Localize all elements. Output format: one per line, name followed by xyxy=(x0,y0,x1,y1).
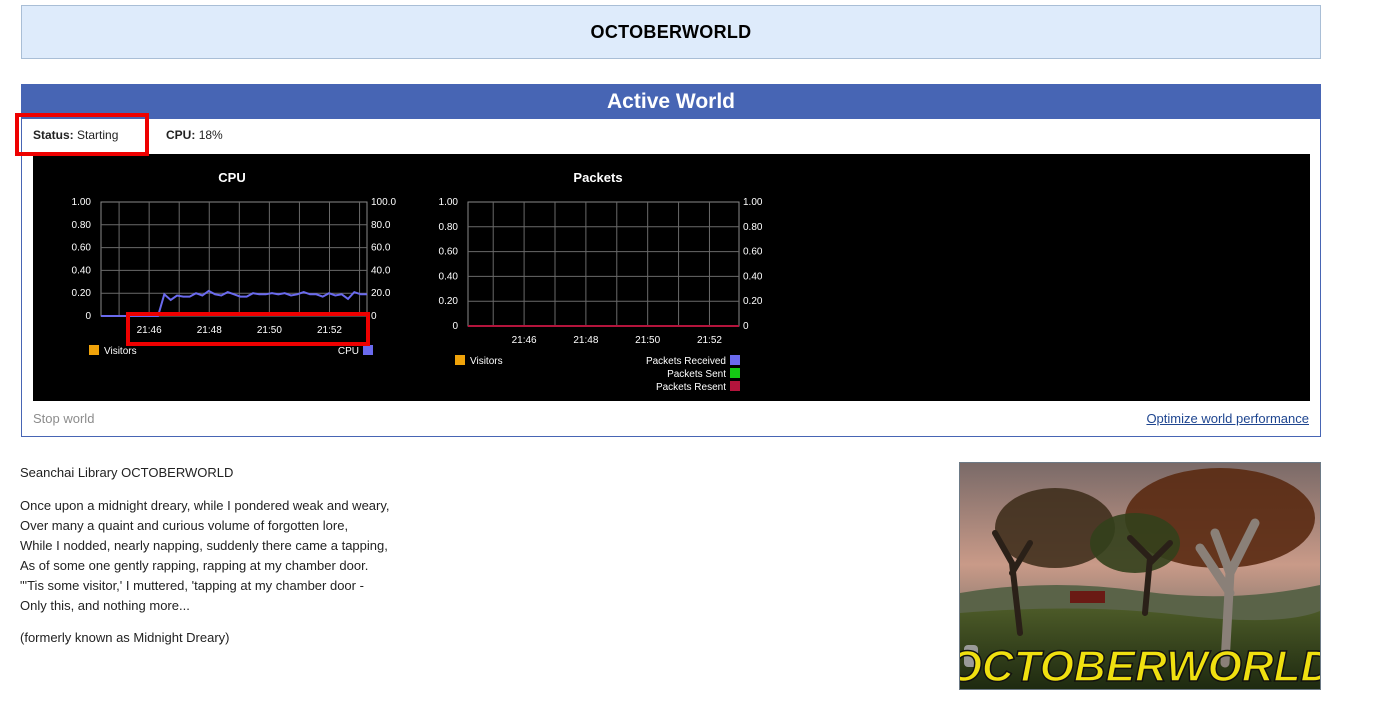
y-tick-label-right: 0.40 xyxy=(743,271,763,282)
x-tick-label: 21:52 xyxy=(697,335,722,346)
status-label: Status: xyxy=(33,128,74,142)
y-tick-label-right: 0.80 xyxy=(743,222,763,233)
cpu-indicator: CPU: 18% xyxy=(166,128,223,142)
world-description: Seanchai Library OCTOBERWORLD Once upon … xyxy=(20,463,620,648)
poem-line: Once upon a midnight dreary, while I pon… xyxy=(20,498,390,513)
thumbnail-caption: OCTOBERWORLD xyxy=(960,642,1320,689)
y-tick-label-left: 0 xyxy=(85,311,91,322)
plot-frame xyxy=(467,201,740,327)
y-tick-label-right: 20.0 xyxy=(371,288,391,299)
charts-area: CPU 1.00 100.0 0.80 80.0 0.60 60.0 0.40 40.0 0.20… xyxy=(33,154,1310,401)
active-world-panel: Active World Status: Starting CPU: 18% C… xyxy=(21,84,1321,437)
y-tick-label-right: 0.60 xyxy=(743,247,763,258)
legend-label: Visitors xyxy=(104,346,137,357)
world-thumbnail: OCTOBERWORLD xyxy=(959,462,1321,690)
x-tick-label: 21:48 xyxy=(573,335,598,346)
legend-swatch xyxy=(363,345,373,355)
stop-world-button[interactable]: Stop world xyxy=(33,411,94,426)
legend-label: Packets Received xyxy=(646,356,726,367)
optimize-world-link[interactable]: Optimize world performance xyxy=(1146,411,1309,426)
x-tick-label: 21:46 xyxy=(137,325,162,336)
cpu-value: 18% xyxy=(198,128,223,142)
y-tick-label-left: 1.00 xyxy=(72,197,92,208)
poem-line: Over many a quaint and curious volume of… xyxy=(20,518,349,533)
panel-title: Active World xyxy=(22,85,1320,119)
world-header: OCTOBERWORLD xyxy=(21,5,1321,59)
legend-swatch xyxy=(455,355,465,365)
y-tick-label-left: 0.60 xyxy=(72,243,92,254)
poem-line: "'Tis some visitor,' I muttered, 'tappin… xyxy=(20,578,364,593)
y-tick-label-left: 0.40 xyxy=(72,265,92,276)
poem-line: While I nodded, nearly napping, suddenly… xyxy=(20,538,388,553)
y-tick-label-right: 1.00 xyxy=(743,197,763,208)
legend-swatch xyxy=(89,345,99,355)
y-tick-label-right: 0.20 xyxy=(743,296,763,307)
chart-title: CPU xyxy=(218,170,245,185)
cpu-label: CPU: xyxy=(166,128,196,142)
y-tick-label-left: 0 xyxy=(452,321,458,332)
x-tick-label: 21:52 xyxy=(317,325,342,336)
x-tick-label: 21:48 xyxy=(197,325,222,336)
legend-swatch xyxy=(730,368,740,378)
status-indicator: Status: Starting xyxy=(33,128,118,142)
charts-svg: CPU 1.00 100.0 0.80 80.0 0.60 60.0 0.40 40.0 0.20… xyxy=(72,170,763,393)
poem-line: As of some one gently rapping, rapping a… xyxy=(20,558,369,573)
y-tick-label-right: 60.0 xyxy=(371,243,391,254)
y-tick-label-left: 1.00 xyxy=(439,197,459,208)
legend-label: Packets Sent xyxy=(667,369,726,380)
y-tick-label-left: 0.40 xyxy=(439,271,459,282)
y-tick-label-right: 40.0 xyxy=(371,265,391,276)
y-tick-label-left: 0.20 xyxy=(72,288,92,299)
y-tick-label-left: 0.80 xyxy=(72,220,92,231)
legend-label: CPU xyxy=(338,346,359,357)
y-tick-label-right: 0 xyxy=(371,311,377,322)
description-note: (formerly known as Midnight Dreary) xyxy=(20,630,230,645)
x-tick-label: 21:50 xyxy=(257,325,282,336)
description-subtitle: Seanchai Library OCTOBERWORLD xyxy=(20,465,234,480)
legend-label: Packets Resent xyxy=(656,382,726,393)
y-tick-label-left: 0.60 xyxy=(439,247,459,258)
y-tick-label-right: 0 xyxy=(743,321,749,332)
poem-line: Only this, and nothing more... xyxy=(20,598,190,613)
y-tick-label-left: 0.20 xyxy=(439,296,459,307)
legend-swatch xyxy=(730,381,740,391)
chart-title: Packets xyxy=(573,170,622,185)
y-tick-label-right: 80.0 xyxy=(371,220,391,231)
series-line xyxy=(101,289,367,317)
x-tick-label: 21:46 xyxy=(512,335,537,346)
world-thumbnail-image: OCTOBERWORLD xyxy=(960,463,1320,689)
y-tick-label-right: 100.0 xyxy=(371,197,396,208)
y-tick-label-left: 0.80 xyxy=(439,222,459,233)
legend-label: Visitors xyxy=(470,356,503,367)
x-tick-label: 21:50 xyxy=(635,335,660,346)
plot-frame xyxy=(100,201,368,317)
legend-swatch xyxy=(730,355,740,365)
world-title: OCTOBERWORLD xyxy=(590,21,752,42)
status-value: Starting xyxy=(77,128,119,142)
